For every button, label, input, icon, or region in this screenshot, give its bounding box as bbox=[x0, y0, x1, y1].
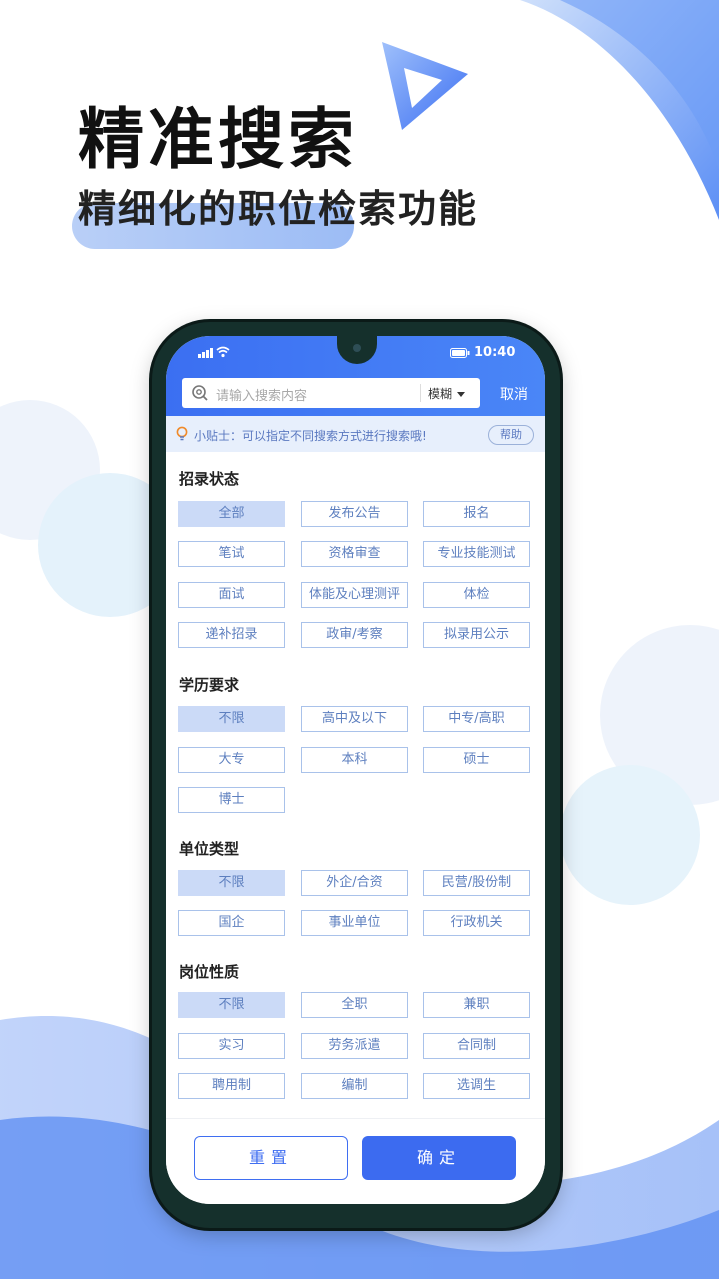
help-button[interactable]: 帮助 bbox=[488, 425, 534, 445]
search-header: 10:40 请输入搜索内容 模糊 取消 bbox=[166, 336, 545, 416]
tip-text: 小贴士：可以指定不同搜索方式进行搜索哦! bbox=[194, 429, 427, 443]
search-divider bbox=[420, 384, 421, 402]
option-recruit-status[interactable]: 拟录用公示 bbox=[423, 622, 530, 648]
section-title-recruit-status: 招录状态 bbox=[179, 470, 240, 488]
section-title-job-nature: 岗位性质 bbox=[179, 963, 240, 981]
option-recruit-status[interactable]: 政审/考察 bbox=[301, 622, 408, 648]
signal-wifi-icon bbox=[198, 346, 232, 362]
option-job-nature[interactable]: 实习 bbox=[178, 1033, 285, 1059]
option-job-nature[interactable]: 劳务派遣 bbox=[301, 1033, 408, 1059]
option-employer-type[interactable]: 民营/股份制 bbox=[423, 870, 530, 896]
lightbulb-icon bbox=[176, 426, 190, 446]
search-icon bbox=[191, 384, 209, 406]
option-employer-type[interactable]: 外企/合资 bbox=[301, 870, 408, 896]
option-recruit-status[interactable]: 资格审查 bbox=[301, 541, 408, 567]
option-education[interactable]: 本科 bbox=[301, 747, 408, 773]
footer-divider bbox=[166, 1118, 545, 1119]
option-recruit-status[interactable]: 发布公告 bbox=[301, 501, 408, 527]
status-time: 10:40 bbox=[474, 345, 516, 360]
option-education[interactable]: 大专 bbox=[178, 747, 285, 773]
option-job-nature[interactable]: 全职 bbox=[301, 992, 408, 1018]
section-title-employer-type: 单位类型 bbox=[179, 840, 240, 858]
option-education[interactable]: 不限 bbox=[178, 706, 285, 732]
search-placeholder: 请输入搜索内容 bbox=[216, 389, 308, 404]
option-recruit-status[interactable]: 笔试 bbox=[178, 541, 285, 567]
confirm-button[interactable]: 确定 bbox=[362, 1136, 516, 1180]
battery-icon bbox=[450, 347, 470, 362]
option-job-nature[interactable]: 编制 bbox=[301, 1073, 408, 1099]
option-job-nature[interactable]: 合同制 bbox=[423, 1033, 530, 1059]
chevron-down-icon bbox=[457, 392, 466, 397]
section-title-education: 学历要求 bbox=[179, 676, 240, 694]
option-recruit-status[interactable]: 面试 bbox=[178, 582, 285, 608]
option-recruit-status[interactable]: 体检 bbox=[423, 582, 530, 608]
option-recruit-status[interactable]: 专业技能测试 bbox=[423, 541, 530, 567]
option-employer-type[interactable]: 事业单位 bbox=[301, 910, 408, 936]
cancel-button[interactable]: 取消 bbox=[500, 384, 528, 404]
option-recruit-status[interactable]: 报名 bbox=[423, 501, 530, 527]
search-mode-label: 模糊 bbox=[428, 387, 453, 401]
option-recruit-status[interactable]: 体能及心理测评 bbox=[301, 582, 408, 608]
search-input[interactable]: 请输入搜索内容 模糊 bbox=[182, 378, 480, 408]
hero-title: 精准搜索 bbox=[78, 101, 358, 178]
action-footer: 重置 确定 bbox=[166, 1118, 545, 1204]
option-job-nature[interactable]: 兼职 bbox=[423, 992, 530, 1018]
option-education[interactable]: 高中及以下 bbox=[301, 706, 408, 732]
option-employer-type[interactable]: 行政机关 bbox=[423, 910, 530, 936]
option-employer-type[interactable]: 国企 bbox=[178, 910, 285, 936]
option-education[interactable]: 中专/高职 bbox=[423, 706, 530, 732]
option-job-nature[interactable]: 聘用制 bbox=[178, 1073, 285, 1099]
phone-screen: 10:40 请输入搜索内容 模糊 取消 小贴士：可以指定不同搜索方式进行搜索哦!… bbox=[166, 336, 545, 1204]
search-mode-dropdown[interactable]: 模糊 bbox=[428, 385, 466, 402]
play-triangle-icon bbox=[378, 38, 472, 138]
option-recruit-status[interactable]: 递补招录 bbox=[178, 622, 285, 648]
option-recruit-status[interactable]: 全部 bbox=[178, 501, 285, 527]
reset-button[interactable]: 重置 bbox=[194, 1136, 348, 1180]
option-job-nature[interactable]: 不限 bbox=[178, 992, 285, 1018]
option-education[interactable]: 博士 bbox=[178, 787, 285, 813]
tip-bar: 小贴士：可以指定不同搜索方式进行搜索哦! 帮助 bbox=[166, 416, 545, 452]
option-education[interactable]: 硕士 bbox=[423, 747, 530, 773]
option-employer-type[interactable]: 不限 bbox=[178, 870, 285, 896]
option-job-nature[interactable]: 选调生 bbox=[423, 1073, 530, 1099]
hero-subtitle: 精细化的职位检索功能 bbox=[78, 187, 479, 231]
